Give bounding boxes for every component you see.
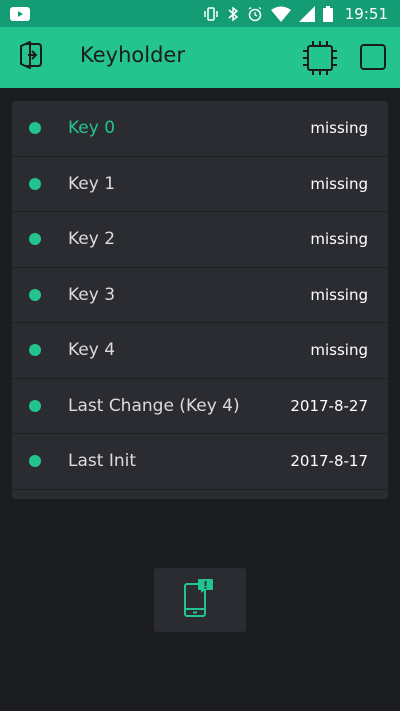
wifi-icon [270, 6, 291, 22]
alarm-icon [247, 6, 263, 22]
status-dot-icon [29, 455, 41, 468]
list-item-value: missing [310, 174, 368, 193]
list-item-label: Key 4 [68, 340, 116, 361]
list-item-label: Key 2 [68, 229, 116, 250]
bluetooth-icon [227, 6, 239, 22]
status-time: 19:51 [344, 4, 388, 23]
phone-notification-icon [183, 578, 217, 622]
page-title: Keyholder [80, 43, 185, 67]
status-dot-icon [29, 344, 41, 357]
device-chip-icon [302, 41, 338, 80]
status-dot-icon [29, 288, 41, 301]
list-item[interactable]: Key 2 missing [12, 212, 388, 268]
list-item-value: 2017-8-17 [290, 452, 368, 471]
battery-icon [322, 5, 333, 22]
list-item-label: Key 3 [68, 284, 116, 305]
device-notification-button[interactable] [154, 568, 246, 632]
vibrate-icon [203, 6, 219, 22]
status-bar: 19:51 [0, 0, 400, 27]
list-item[interactable]: Key 1 missing [12, 157, 388, 212]
list-item-value: 2017-8-27 [290, 396, 368, 415]
signal-icon [298, 5, 315, 22]
list-item-value: missing [310, 285, 368, 304]
list-item-value: missing [310, 230, 368, 249]
youtube-icon [10, 6, 30, 21]
list-item-label: Last Init [68, 451, 136, 472]
list-item-label: Last Change (Key 4) [68, 395, 240, 416]
app-bar: Keyholder [0, 27, 400, 88]
status-dot-icon [29, 233, 41, 246]
list-item-value: missing [310, 341, 368, 360]
list-item[interactable]: Key 3 missing [12, 268, 388, 323]
device-button[interactable] [302, 40, 338, 76]
list-item-value: missing [310, 119, 368, 138]
status-dot-icon [29, 399, 41, 412]
list-item-label: Key 1 [68, 173, 116, 194]
list-item[interactable]: Last Change (Key 4) 2017-8-27 [12, 379, 388, 434]
key-list: Key 0 missing Key 1 missing Key 2 missin… [12, 101, 388, 499]
list-item[interactable]: Last Init 2017-8-17 [12, 434, 388, 490]
list-item[interactable]: Key 0 missing [12, 101, 388, 157]
square-button[interactable] [360, 44, 386, 70]
list-item-label: Key 0 [68, 118, 116, 139]
exit-icon [16, 40, 46, 74]
status-dot-icon [29, 177, 41, 190]
exit-button[interactable] [16, 40, 46, 74]
list-item[interactable]: Key 4 missing [12, 323, 388, 379]
status-dot-icon [29, 122, 41, 135]
